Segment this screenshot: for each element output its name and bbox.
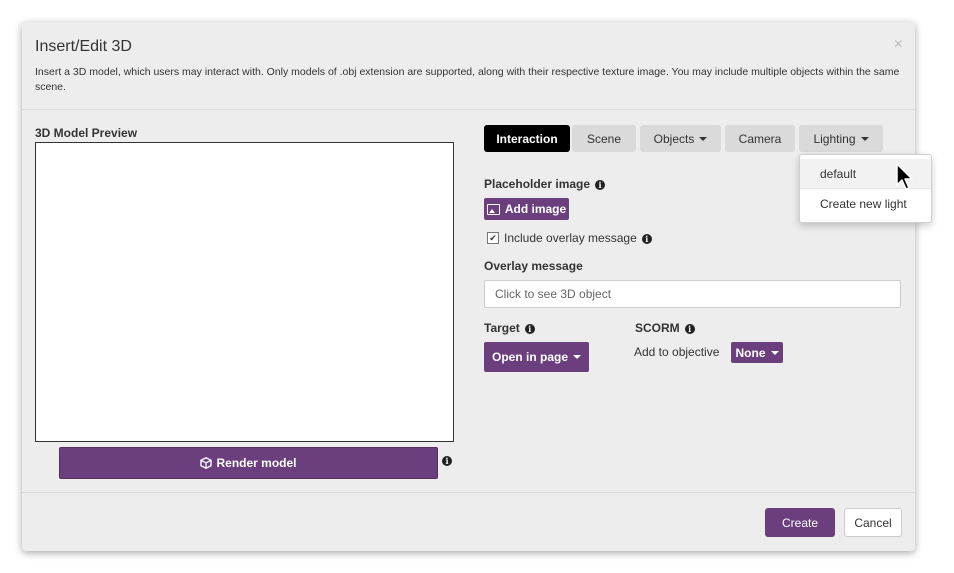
overlay-message-label: Overlay message [484,259,583,273]
header-divider [22,109,915,110]
render-model-button[interactable]: Render model [59,447,438,479]
close-icon[interactable]: × [894,37,903,53]
add-to-objective-label: Add to objective [634,345,720,359]
placeholder-image-text: Placeholder image [484,177,591,191]
placeholder-image-label: Placeholder image i [484,177,606,191]
model-preview-canvas[interactable] [35,142,454,442]
objective-value: None [735,345,766,360]
chevron-down-icon [770,350,779,355]
dialog-description: Insert a 3D model, which users may inter… [35,66,900,93]
preview-label: 3D Model Preview [35,126,138,140]
scorm-text: SCORM [635,321,680,335]
info-icon[interactable]: i [442,456,452,466]
tab-interaction[interactable]: Interaction [484,125,570,152]
info-icon[interactable]: i [524,323,535,334]
image-icon [486,203,500,215]
insert-3d-dialog: Insert/Edit 3D × Insert a 3D model, whic… [22,22,932,551]
tab-label: Scene [586,131,622,146]
add-image-button[interactable]: Add image [484,198,569,220]
tab-label: Objects [653,131,695,146]
cancel-button[interactable]: Cancel [844,508,902,537]
overlay-checkbox[interactable]: ✔ [487,232,499,244]
render-model-label: Render model [216,456,297,470]
open-in-page-label: Open in page [491,350,568,364]
scorm-label: SCORM i [635,321,695,335]
overlay-message-placeholder: Click to see 3D object [495,287,612,301]
mouse-cursor-icon [896,163,913,190]
create-button[interactable]: Create [765,508,835,537]
info-icon[interactable]: i [641,233,652,244]
overlay-message-input[interactable]: Click to see 3D object [484,280,901,308]
footer-divider [22,492,915,493]
open-in-page-dropdown[interactable]: Open in page [484,342,589,372]
target-label: Target i [484,321,535,335]
add-image-label: Add image [504,202,567,216]
tab-camera[interactable]: Camera [725,125,795,152]
tab-label: Interaction [496,131,558,146]
chevron-down-icon [699,136,708,141]
objective-dropdown[interactable]: None [731,342,783,363]
tab-label: Camera [738,131,782,146]
info-icon[interactable]: i [684,323,695,334]
chevron-down-icon [573,355,581,359]
overlay-checkbox-label[interactable]: Include overlay message [504,231,637,245]
tab-scene[interactable]: Scene [572,125,636,152]
dialog-title: Insert/Edit 3D [35,38,132,55]
info-icon[interactable]: i [595,179,606,190]
menu-item-create-new-light[interactable]: Create new light [800,189,931,218]
target-text: Target [484,321,520,335]
tab-lighting[interactable]: Lighting [799,125,883,152]
cube-icon [200,457,213,469]
overlay-checkbox-label-row: Include overlay message i [504,231,652,245]
tab-label: Lighting [813,131,856,146]
tab-objects[interactable]: Objects [640,125,721,152]
chevron-down-icon [860,136,869,141]
